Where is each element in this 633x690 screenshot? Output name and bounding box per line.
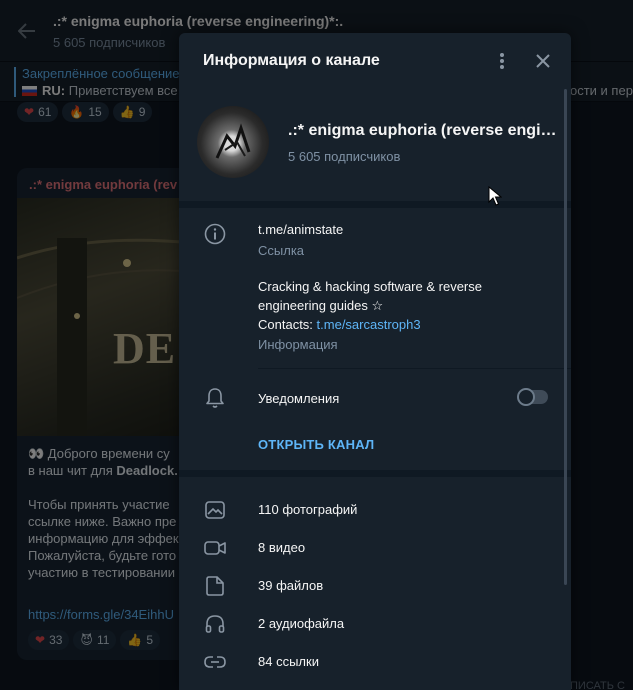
notifications-toggle[interactable] xyxy=(517,388,548,406)
channel-info-dialog: Информация о канале .:* enigma euphoria … xyxy=(179,33,571,690)
media-label: 2 аудиофайла xyxy=(258,616,345,631)
description-line: Cracking & hacking software & reverse xyxy=(258,279,482,294)
mouse-cursor-icon xyxy=(488,186,502,206)
avatar-art xyxy=(215,123,251,159)
file-icon xyxy=(203,574,227,598)
more-vertical-icon xyxy=(500,53,504,69)
close-button[interactable] xyxy=(529,47,557,75)
contacts-link[interactable]: t.me/sarcastroph3 xyxy=(317,317,421,332)
channel-profile: .:* enigma euphoria (reverse engineering… xyxy=(179,89,571,201)
video-icon xyxy=(203,536,227,560)
section-separator xyxy=(179,201,571,208)
link-icon xyxy=(203,650,227,674)
dialog-header: Информация о канале xyxy=(179,33,571,89)
close-icon xyxy=(536,54,550,68)
open-channel-button[interactable]: ОТКРЫТЬ КАНАЛ xyxy=(258,437,374,452)
media-label: 8 видео xyxy=(258,540,306,555)
media-label: 110 фотографий xyxy=(258,502,358,517)
scrollbar[interactable] xyxy=(564,89,567,585)
info-icon xyxy=(203,222,227,246)
link-caption: Ссылка xyxy=(258,243,305,258)
headphones-icon xyxy=(203,612,227,636)
media-label: 39 файлов xyxy=(258,578,324,593)
channel-description: Cracking & hacking software & reverse en… xyxy=(258,277,558,334)
section-separator xyxy=(179,470,571,477)
description-line: engineering guides ☆ xyxy=(258,298,384,313)
contacts-line: Contacts: t.me/sarcastroph3 xyxy=(258,315,558,334)
telegram-window: .:* enigma euphoria (reverse engineering… xyxy=(0,0,633,690)
row-divider xyxy=(258,368,571,369)
dialog-title: Информация о канале xyxy=(203,52,380,69)
media-label: 84 ссылки xyxy=(258,654,319,669)
avatar[interactable] xyxy=(197,106,269,178)
more-button[interactable] xyxy=(488,47,516,75)
toggle-knob xyxy=(517,388,535,406)
contacts-label: Contacts: xyxy=(258,317,317,332)
channel-name: .:* enigma euphoria (reverse engineering… xyxy=(288,122,558,139)
channel-link[interactable]: t.me/animstate xyxy=(258,222,343,237)
channel-subscribers: 5 605 подписчиков xyxy=(288,149,401,164)
bell-icon xyxy=(203,386,227,410)
notifications-label: Уведомления xyxy=(258,391,340,406)
description-caption: Информация xyxy=(258,337,338,352)
photo-icon xyxy=(203,498,227,522)
